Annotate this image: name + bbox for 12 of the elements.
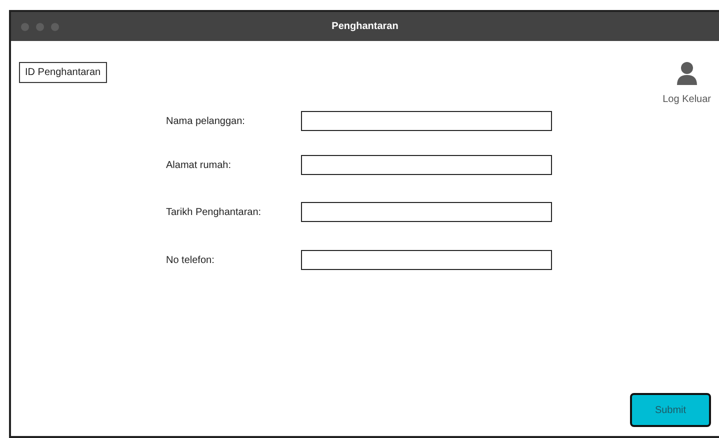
field-label: Alamat rumah: bbox=[166, 158, 232, 172]
window-title: Penghantaran bbox=[332, 20, 398, 34]
user-icon bbox=[676, 61, 697, 85]
id-label: ID Penghantaran bbox=[19, 62, 107, 83]
field-label: Nama pelanggan: bbox=[166, 114, 246, 128]
field-label: Tarikh Penghantaran: bbox=[166, 206, 262, 220]
field-label: No telefon: bbox=[166, 254, 216, 268]
input-field[interactable] bbox=[301, 250, 552, 270]
input-field[interactable] bbox=[301, 111, 552, 131]
input-field[interactable] bbox=[301, 202, 552, 222]
logout-button[interactable]: Log Keluar bbox=[662, 61, 711, 107]
input-field[interactable] bbox=[301, 155, 552, 175]
